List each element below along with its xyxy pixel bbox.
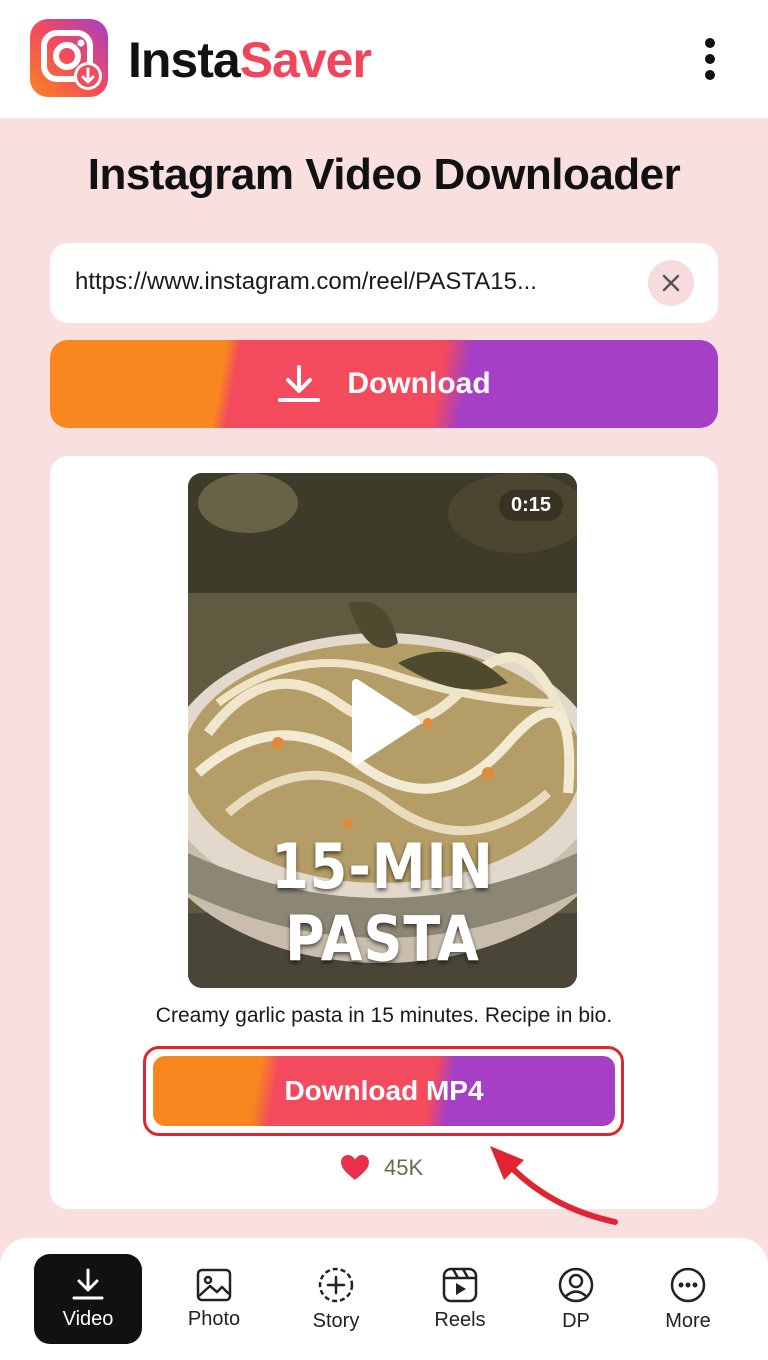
download-button-label: Download [347,367,491,400]
thumbnail-title: 15-MIN PASTA [271,830,494,976]
url-input[interactable]: https://www.instagram.com/reel/PASTA15..… [50,243,718,323]
likes-count: 45K [384,1154,424,1180]
nav-reels[interactable]: Reels [406,1254,514,1344]
close-icon [662,274,680,292]
nav-dp[interactable]: DP [522,1254,630,1344]
nav-photo[interactable]: Photo [160,1254,268,1344]
video-thumbnail[interactable]: 0:15 15-MIN PASTA [188,473,577,988]
download-icon [72,1268,104,1299]
brand-part-1: Insta [128,32,241,88]
bottom-navigation: Video Photo Story Reels DP More [0,1238,768,1360]
nav-dp-label: DP [562,1309,590,1332]
video-caption: Creamy garlic pasta in 15 minutes. Recip… [155,1004,613,1027]
nav-reels-label: Reels [434,1308,486,1331]
nav-video[interactable]: Video [34,1254,142,1344]
user-icon [558,1267,594,1302]
nav-video-label: Video [62,1307,114,1330]
more-icon [670,1267,706,1302]
result-card: 0:15 15-MIN PASTA Creamy garlic pasta in… [50,456,718,1209]
brand-name: InstaSaver [128,30,372,90]
page-title: Instagram Video Downloader [87,150,681,199]
app-header: InstaSaver [0,0,768,118]
play-icon[interactable] [338,677,428,767]
heart-icon [341,1155,369,1180]
download-mp4-button[interactable]: Download MP4 [153,1056,615,1126]
reels-icon [442,1267,478,1302]
download-button[interactable]: Download [50,340,718,428]
nav-story-label: Story [312,1309,360,1332]
nav-more[interactable]: More [634,1254,742,1344]
more-options-icon[interactable] [690,34,730,84]
plus-circle-icon [318,1267,354,1302]
pointer-arrow-icon [490,1146,618,1225]
app-logo-icon [30,19,108,97]
video-duration: 0:15 [498,490,563,521]
brand-part-2: Saver [239,32,372,88]
url-input-value[interactable]: https://www.instagram.com/reel/PASTA15..… [75,268,635,296]
clear-input-button[interactable] [648,260,694,306]
image-icon [196,1268,232,1301]
nav-photo-label: Photo [187,1307,241,1330]
download-icon [278,365,321,402]
likes: 45K [340,1154,423,1181]
nav-more-label: More [665,1309,711,1332]
nav-story[interactable]: Story [282,1254,390,1344]
download-mp4-label: Download MP4 [284,1075,484,1106]
